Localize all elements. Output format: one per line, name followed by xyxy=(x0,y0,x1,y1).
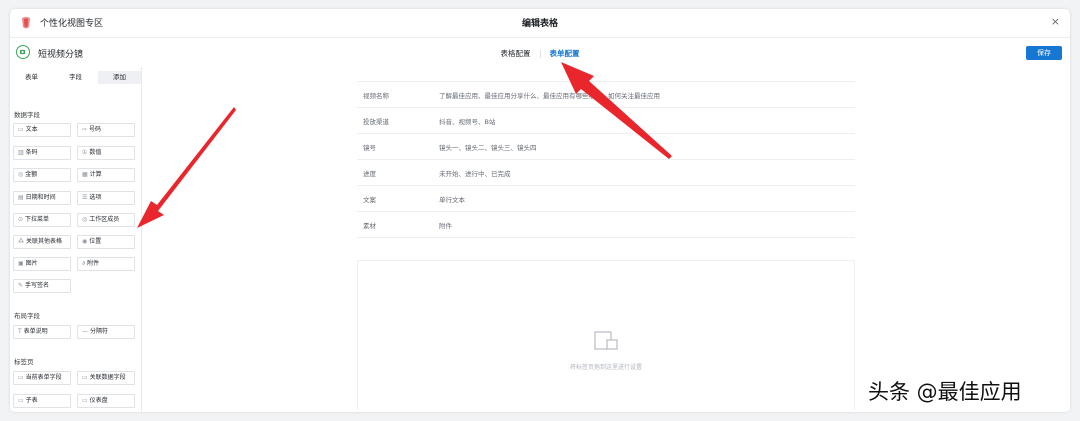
field-text[interactable]: ▭ 文本 xyxy=(13,123,71,137)
field-location[interactable]: ◉ 位置 xyxy=(77,235,135,249)
watermark-text: 头条 @最佳应用 xyxy=(868,380,1022,404)
currency-icon: ◎ xyxy=(18,171,24,178)
form-row-label: 素材 xyxy=(363,222,376,230)
location-pin-icon: ◉ xyxy=(82,238,88,245)
field-related-table[interactable]: ⁂ 关联其他表格 xyxy=(13,235,71,249)
config-tabs: 表格配置 表单配置 xyxy=(10,48,1070,59)
tab-page-placeholder-icon xyxy=(594,331,618,350)
field-datetime[interactable]: ▤ 日期和时间 xyxy=(13,191,71,205)
form-row-label: 进度 xyxy=(363,170,376,178)
form-row-label: 镜号 xyxy=(363,144,376,152)
field-form-description[interactable]: T 表单说明 xyxy=(13,325,71,339)
form-preview: 视频名称 了解最佳应用、最佳应用分享什么、最佳应用有哪些福利、如何关注最佳应用 … xyxy=(142,67,1070,412)
field-sidebar: 表单 字段 添加 数据字段 ▭ 文本 ⇨ 号码 ▥ 条码 ① 数值 ◎ 金额 ▦ 计算 ▤ 日… xyxy=(10,67,142,412)
form-row[interactable]: 文案 单行文本 xyxy=(357,185,855,211)
form-row-value: 了解最佳应用、最佳应用分享什么、最佳应用有哪些福利、如何关注最佳应用 xyxy=(439,92,660,100)
field-numeric[interactable]: ① 数值 xyxy=(77,146,135,160)
sidebar-tabs: 表单 字段 添加 xyxy=(10,69,141,84)
hierarchy-icon: ⁂ xyxy=(18,238,24,245)
pen-icon: ✎ xyxy=(18,282,24,289)
form-row-label: 投放渠道 xyxy=(363,118,389,126)
dialog-title: 编辑表格 xyxy=(521,19,558,29)
sidebar-tab-form[interactable]: 表单 xyxy=(10,71,53,84)
phone-icon: ⇨ xyxy=(82,126,88,133)
text-t-icon: T xyxy=(18,328,22,335)
tab-page-icon: ▭ xyxy=(18,374,24,381)
field-workspace-member[interactable]: ◎ 工作区成员 xyxy=(77,213,135,227)
image-icon: ▣ xyxy=(18,260,24,267)
close-icon[interactable]: × xyxy=(1051,15,1060,28)
form-row-value: 单行文本 xyxy=(439,196,465,204)
chevron-down-circle-icon: ⊙ xyxy=(18,216,24,223)
list-icon: ☰ xyxy=(82,194,88,201)
form-row-label: 视频名称 xyxy=(363,92,389,100)
form-row-label: 文案 xyxy=(363,196,376,204)
form-fields: 视频名称 了解最佳应用、最佳应用分享什么、最佳应用有哪些福利、如何关注最佳应用 … xyxy=(357,81,855,238)
sidebar-tab-fields[interactable]: 字段 xyxy=(54,71,97,84)
field-signature[interactable]: ✎ 手写签名 xyxy=(13,279,71,293)
tab-table-config[interactable]: 表格配置 xyxy=(492,48,540,59)
group-label-layout: 布局字段 xyxy=(14,312,40,320)
group-label-tabpage: 标签页 xyxy=(14,358,34,366)
field-attachment[interactable]: ∂ 附件 xyxy=(77,257,135,271)
field-subtable[interactable]: ▭ 子表 xyxy=(13,394,71,408)
paperclip-icon: ∂ xyxy=(82,260,86,267)
field-calculation[interactable]: ▦ 计算 xyxy=(77,168,135,182)
edit-table-dialog: 个性化视图专区 编辑表格 × 短视频分镜 表格配置 表单配置 保存 表单 字段 添… xyxy=(10,9,1070,412)
tab-page-icon: ▭ xyxy=(82,374,88,381)
form-row-value: 附件 xyxy=(439,222,452,230)
field-image[interactable]: ▣ 图片 xyxy=(13,257,71,271)
form-row[interactable]: 视频名称 了解最佳应用、最佳应用分享什么、最佳应用有哪些福利、如何关注最佳应用 xyxy=(357,81,855,107)
form-row-value: 未开始、进行中、已完成 xyxy=(439,170,511,178)
toolbar: 短视频分镜 表格配置 表单配置 保存 xyxy=(10,37,1070,68)
tab-page-icon: ▭ xyxy=(82,397,88,404)
field-number-code[interactable]: ⇨ 号码 xyxy=(77,123,135,137)
text-field-icon: ▭ xyxy=(18,126,24,133)
form-row[interactable]: 镜号 镜头一、镜头二、镜头三、镜头四 xyxy=(357,133,855,159)
form-row[interactable]: 素材 附件 xyxy=(357,211,855,238)
numeric-icon: ① xyxy=(82,149,88,156)
barcode-icon: ▥ xyxy=(18,149,24,156)
divider-icon: — xyxy=(82,328,88,335)
save-button[interactable]: 保存 xyxy=(1026,46,1062,60)
tab-page-icon: ▭ xyxy=(18,397,24,404)
calculator-icon: ▦ xyxy=(82,171,88,178)
field-barcode[interactable]: ▥ 条码 xyxy=(13,146,71,160)
user-icon: ◎ xyxy=(82,216,88,223)
form-row-value: 抖音、视频号、B站 xyxy=(439,118,496,126)
group-label-data: 数据字段 xyxy=(14,111,40,119)
field-dropdown[interactable]: ⊙ 下拉菜单 xyxy=(13,213,71,227)
field-divider[interactable]: — 分隔符 xyxy=(77,325,135,339)
sidebar-tab-add[interactable]: 添加 xyxy=(98,71,141,84)
drop-area-hint: 将标签页拖到这里进行设置 xyxy=(569,364,642,371)
field-amount[interactable]: ◎ 金额 xyxy=(13,168,71,182)
field-related-data[interactable]: ▭ 关联数据字段 xyxy=(77,371,135,385)
tab-form-config[interactable]: 表单配置 xyxy=(541,48,589,59)
tab-drop-area[interactable]: 将标签页拖到这里进行设置 xyxy=(357,260,855,410)
form-row-value: 镜头一、镜头二、镜头三、镜头四 xyxy=(439,144,537,152)
form-row[interactable]: 投放渠道 抖音、视频号、B站 xyxy=(357,107,855,133)
calendar-icon: ▤ xyxy=(18,194,24,201)
field-options[interactable]: ☰ 选项 xyxy=(77,191,135,205)
field-current-form[interactable]: ▭ 当前表单字段 xyxy=(13,371,71,385)
form-row[interactable]: 进度 未开始、进行中、已完成 xyxy=(357,159,855,185)
title-bar: 个性化视图专区 编辑表格 × xyxy=(10,9,1070,38)
field-dashboard[interactable]: ▭ 仪表盘 xyxy=(77,394,135,408)
